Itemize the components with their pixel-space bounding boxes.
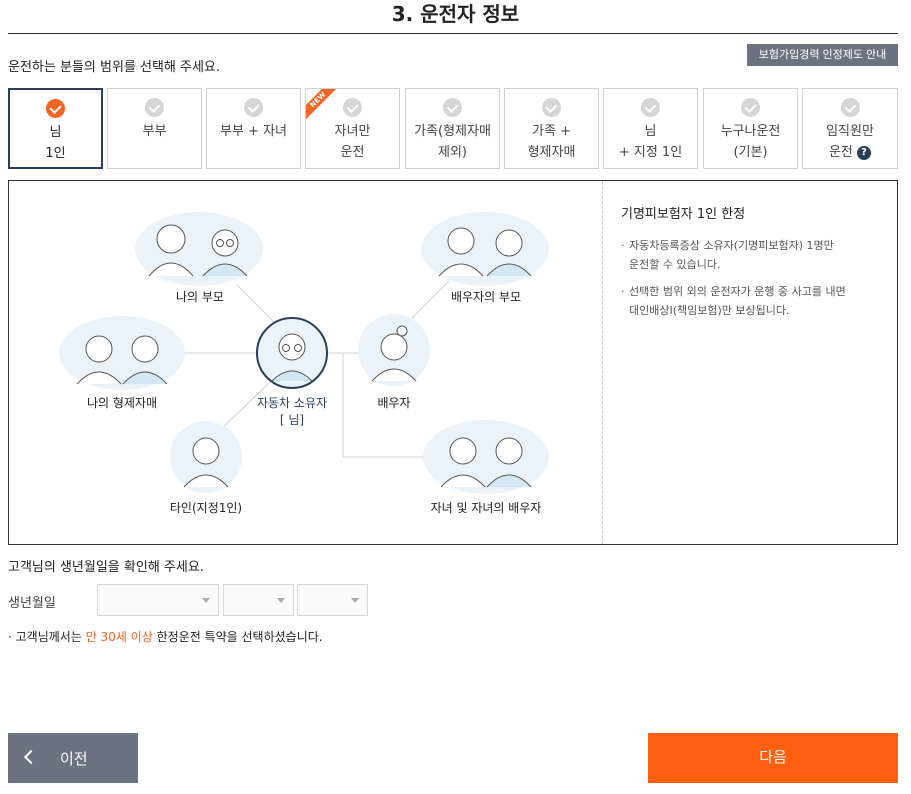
siblings-figure (59, 316, 185, 390)
birthdate-label: 생년월일 (8, 596, 56, 611)
option-self-only[interactable]: 님 1인 (8, 88, 103, 169)
label-my-siblings: 나의 형제자매 (86, 396, 158, 410)
option-couple-children[interactable]: 부부 + 자녀 (206, 88, 301, 169)
children-figure (423, 420, 549, 494)
option-anyone[interactable]: 누구나운전 (기본) (703, 88, 798, 169)
option-family[interactable]: 가족(형제자매 제외) (405, 88, 500, 169)
chevron-left-icon (23, 749, 39, 765)
driver-scope-panel: 나의 부모 배우자의 부모 나의 형제자매 자동차 소유자 [ 님] 배우자 타… (8, 180, 898, 545)
chevron-down-icon (277, 598, 285, 603)
label-children: 자녀 및 자녀의 배우자 (430, 501, 542, 515)
check-icon (741, 98, 760, 117)
relationship-diagram: 나의 부모 배우자의 부모 나의 형제자매 자동차 소유자 [ 님] 배우자 타… (9, 181, 602, 544)
info-item: 자동차등록증상 소유자(기명피보험자) 1명만 운전할 수 있습니다. (621, 236, 881, 274)
check-icon (343, 98, 362, 117)
help-icon[interactable]: ? (857, 145, 872, 160)
birth-month-select[interactable] (223, 584, 294, 616)
next-button[interactable]: 다음 (648, 733, 898, 783)
driver-scope-question: 운전하는 분들의 범위를 선택해 주세요. (8, 60, 221, 75)
option-employees-only[interactable]: 임직원만 운전 ? (802, 88, 898, 169)
driver-scope-options: 님 1인 부부 부부 + 자녀 NEW 자녀만 운전 가족(형제자매 제외) 가… (8, 88, 898, 169)
prev-button[interactable]: 이전 (8, 733, 138, 783)
diagram-graphic (59, 212, 549, 494)
owner-figure (256, 317, 328, 389)
new-badge: NEW (306, 89, 340, 122)
chevron-down-icon (202, 598, 210, 603)
label-owner-name: [ 님] (279, 413, 305, 427)
option-label: 누구나운전 (기본) (720, 124, 781, 160)
check-icon (641, 98, 660, 117)
option-label: 임직원만 운전 ? (826, 124, 874, 160)
option-label: 가족 + 형제자매 (527, 124, 576, 160)
option-children-only[interactable]: NEW 자녀만 운전 (305, 88, 400, 169)
label-my-parents: 나의 부모 (176, 290, 224, 304)
check-icon (443, 98, 462, 117)
birth-day-select[interactable] (297, 584, 368, 616)
panel-divider (602, 181, 603, 544)
title-divider (8, 33, 898, 34)
spouse-parents-figure (421, 212, 549, 286)
label-designated: 타인(지정1인) (169, 501, 243, 515)
check-icon (542, 98, 561, 117)
age-highlight: 만 30세 이상 (85, 630, 153, 644)
page-title: 3. 운전자 정보 (391, 2, 520, 26)
label-spouse-parents: 배우자의 부모 (450, 290, 522, 304)
insurance-history-guide-button[interactable]: 보험가입경력 인정제도 안내 (747, 44, 898, 66)
check-icon (840, 98, 860, 117)
option-family-siblings[interactable]: 가족 + 형제자매 (504, 88, 599, 169)
spouse-figure (358, 314, 430, 386)
info-item: 선택한 범위 외의 운전자가 운행 중 사고를 내면 대인배상I(책임보험)만 … (621, 282, 881, 320)
age-limit-notice: · 고객님께서는 만 30세 이상 한정운전 특약을 선택하셨습니다. (8, 630, 323, 644)
info-title: 기명피보험자 1인 한정 (621, 207, 746, 222)
option-label: 자녀만 운전 (334, 124, 371, 160)
label-spouse: 배우자 (377, 396, 411, 410)
parents-figure (135, 212, 263, 286)
check-icon (145, 98, 164, 117)
designated-figure (170, 421, 242, 493)
option-label: 부부 (142, 124, 167, 139)
checked-icon (46, 99, 65, 118)
birth-year-select[interactable] (97, 584, 219, 616)
option-label: 가족(형제자매 제외) (414, 124, 491, 160)
option-label: 부부 + 자녀 (220, 124, 287, 139)
scope-info: 기명피보험자 1인 한정 자동차등록증상 소유자(기명피보험자) 1명만 운전할… (621, 203, 881, 328)
chevron-down-icon (351, 598, 359, 603)
birthdate-question: 고객님의 생년월일을 확인해 주세요. (8, 560, 204, 575)
option-label: 님 + 지정 1인 (618, 124, 683, 160)
option-label: 님 1인 (45, 125, 66, 161)
option-self-plus-one[interactable]: 님 + 지정 1인 (603, 88, 698, 169)
check-icon (244, 98, 263, 117)
option-couple[interactable]: 부부 (107, 88, 202, 169)
